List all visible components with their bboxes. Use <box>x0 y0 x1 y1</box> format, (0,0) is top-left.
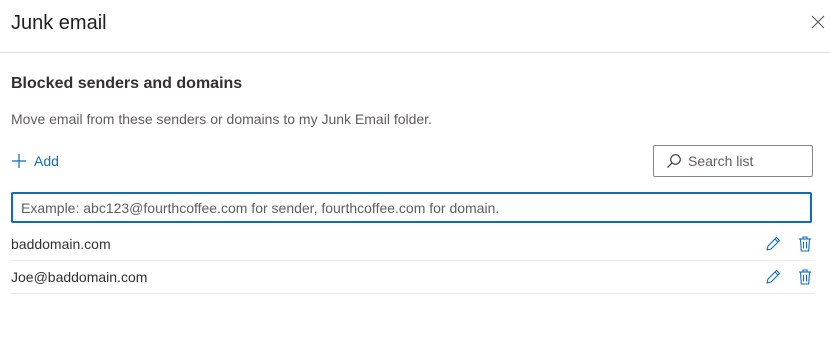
delete-button[interactable] <box>795 267 815 287</box>
edit-button[interactable] <box>763 234 783 254</box>
add-button-label: Add <box>34 153 59 169</box>
dialog-header: Junk email <box>0 0 830 53</box>
close-icon <box>811 15 825 29</box>
sender-entry-field[interactable] <box>11 192 812 223</box>
close-button[interactable] <box>808 12 828 32</box>
section-description: Move email from these senders or domains… <box>11 111 432 127</box>
blocked-senders-list: baddomain.com Joe@baddomain.com <box>11 228 815 294</box>
search-list-box[interactable] <box>653 145 813 177</box>
list-item-label: baddomain.com <box>11 236 111 252</box>
delete-button[interactable] <box>795 234 815 254</box>
trash-icon <box>799 269 811 285</box>
list-item-actions <box>763 267 815 287</box>
plus-icon <box>12 154 26 168</box>
list-item: Joe@baddomain.com <box>11 261 815 294</box>
junk-email-dialog: Junk email Blocked senders and domains M… <box>0 0 830 360</box>
trash-icon <box>799 236 811 252</box>
list-item-label: Joe@baddomain.com <box>11 269 148 285</box>
search-list-input[interactable] <box>688 153 798 169</box>
add-button[interactable]: Add <box>11 150 59 172</box>
pencil-icon <box>766 236 781 251</box>
list-item-actions <box>763 234 815 254</box>
pencil-icon <box>766 269 781 284</box>
section-title: Blocked senders and domains <box>11 75 243 92</box>
list-item: baddomain.com <box>11 228 815 261</box>
dialog-title: Junk email <box>11 12 107 34</box>
edit-button[interactable] <box>763 267 783 287</box>
sender-entry-input[interactable] <box>21 199 801 216</box>
search-icon <box>667 154 681 168</box>
